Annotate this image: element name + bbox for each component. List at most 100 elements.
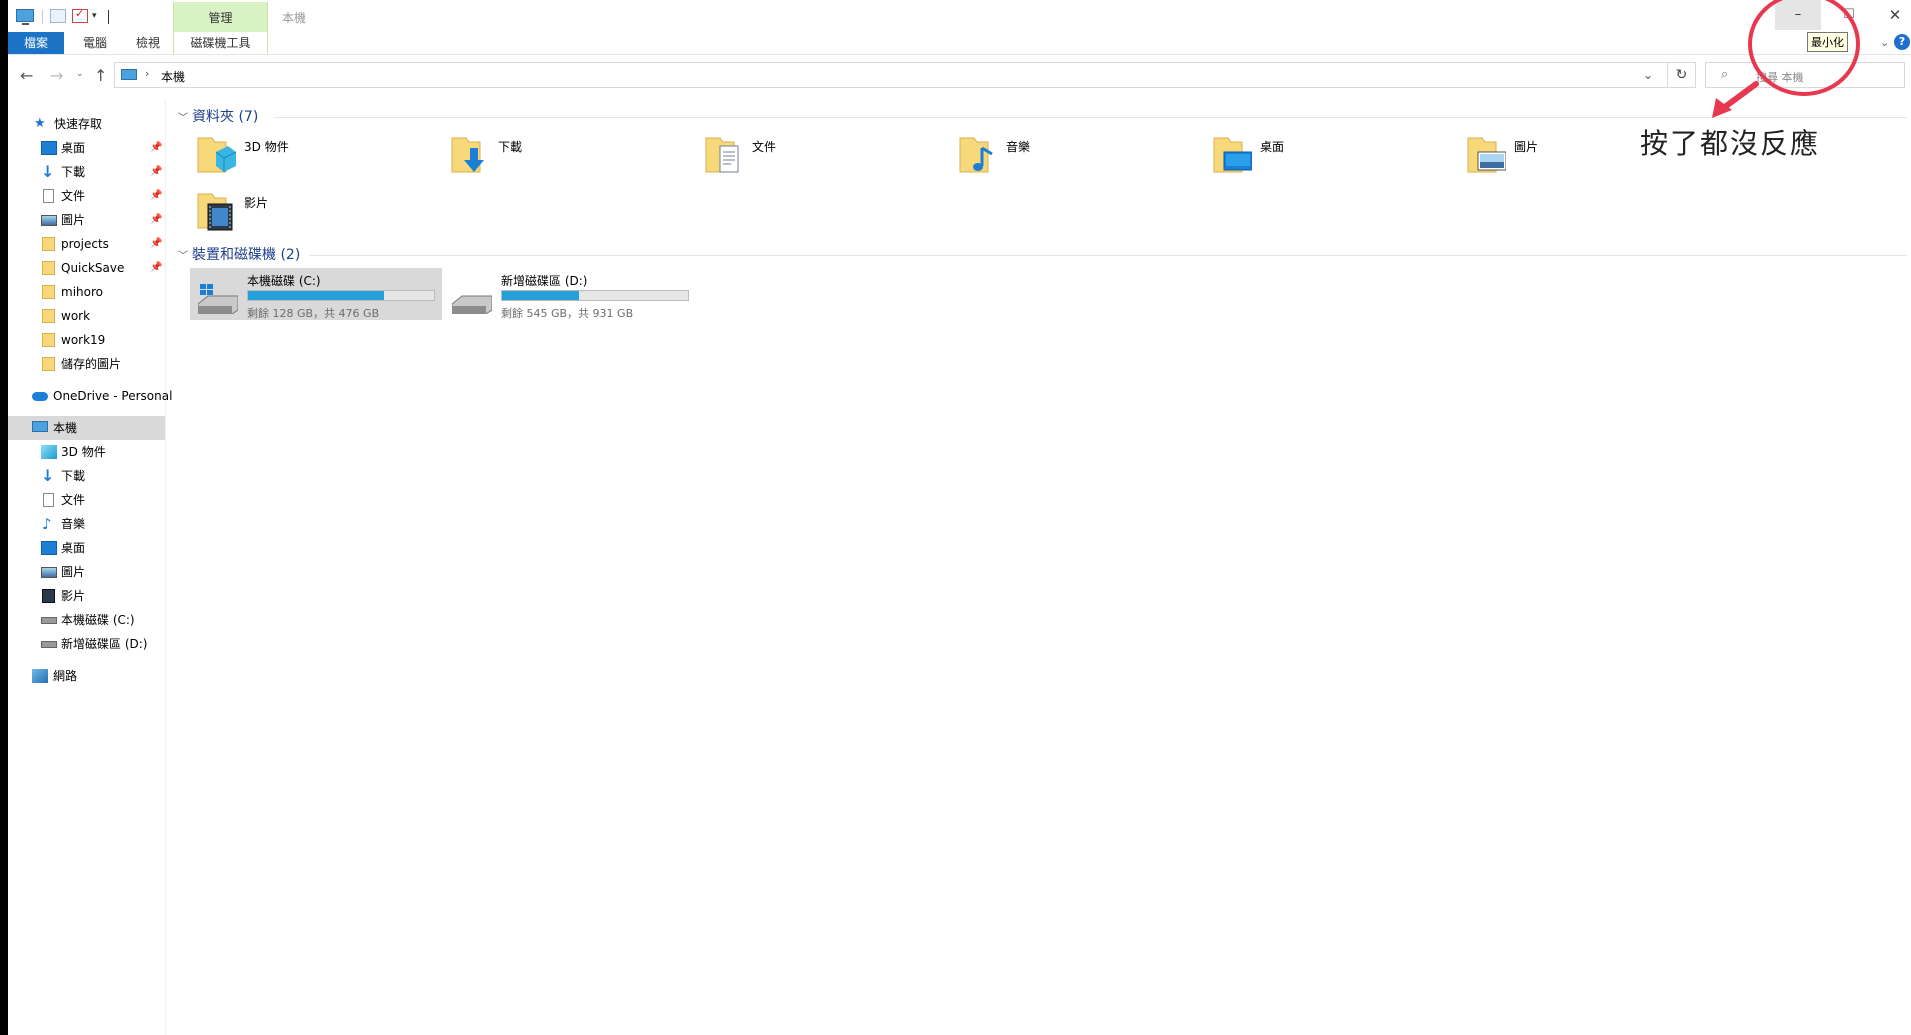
this-pc-icon[interactable]	[16, 9, 34, 25]
sidebar-item-videos[interactable]: 影片	[8, 584, 165, 608]
sidebar-item-label: 本機	[53, 421, 78, 435]
drive-usage-bar	[501, 290, 689, 301]
sidebar-item-desktop[interactable]: 桌面 📌	[8, 136, 165, 160]
sidebar-item-label: 下載	[61, 469, 86, 483]
address-dropdown-icon[interactable]: ⌄	[1643, 68, 1653, 82]
chevron-down-icon: ﹀	[178, 251, 188, 262]
ribbon-tabs: 檔案 電腦 檢視 磁碟機工具	[8, 32, 1911, 54]
sidebar-item-quicksave[interactable]: QuickSave 📌	[8, 256, 165, 280]
navigation-pane: ★ 快速存取 桌面 📌 ↓ 下載 📌 文件 📌 圖片 📌 projects 📌	[8, 110, 172, 1035]
sidebar-item-downloads[interactable]: ↓ 下載 📌	[8, 160, 165, 184]
pin-icon[interactable]: 📌	[150, 208, 162, 232]
annotation-overlay	[1712, 0, 1860, 118]
sidebar-item-label: work	[61, 309, 91, 323]
pin-icon[interactable]: 📌	[150, 184, 162, 208]
tab-view[interactable]: 檢視	[128, 32, 168, 54]
breadcrumb[interactable]: 本機	[161, 68, 185, 85]
sidebar-item-quick-access[interactable]: ★ 快速存取	[8, 112, 165, 136]
sidebar-item-downloads-pc[interactable]: ↓ 下載	[8, 464, 165, 488]
breadcrumb-separator[interactable]: ›	[145, 67, 149, 80]
folder-icon	[42, 237, 55, 251]
pin-icon[interactable]: 📌	[150, 160, 162, 184]
folder-icon	[42, 309, 55, 323]
folder-item-documents[interactable]: 文件	[704, 132, 944, 182]
3d-objects-folder-icon	[197, 137, 236, 173]
sidebar-item-label: mihoro	[61, 285, 103, 299]
help-icon[interactable]: ?	[1894, 34, 1910, 50]
sidebar-item-label: 下載	[61, 165, 86, 179]
tab-computer[interactable]: 電腦	[75, 32, 115, 54]
drives-group-header[interactable]: ﹀ 裝置和磁碟機 (2)	[178, 244, 300, 264]
back-button[interactable]: ←	[20, 66, 33, 85]
cloud-icon	[32, 392, 48, 401]
drive-name: 新增磁碟區 (D:)	[501, 274, 588, 288]
drive-c-icon	[198, 284, 238, 314]
folder-item-desktop[interactable]: 桌面	[1212, 132, 1452, 182]
folder-label: 圖片	[1514, 140, 1539, 154]
address-bar[interactable]: › 本機 ⌄	[114, 62, 1668, 88]
expand-ribbon-icon[interactable]: ⌄	[1880, 36, 1889, 49]
sidebar-item-onedrive[interactable]: OneDrive - Personal	[8, 384, 172, 408]
context-group-label: 管理	[208, 11, 233, 25]
drive-item-d[interactable]: 新增磁碟區 (D:) 剩餘 545 GB，共 931 GB	[444, 268, 696, 320]
sidebar-item-desktop-pc[interactable]: 桌面	[8, 536, 165, 560]
sidebar-item-label: work19	[61, 333, 106, 347]
folder-item-downloads[interactable]: 下載	[450, 132, 690, 182]
sidebar-item-projects[interactable]: projects 📌	[8, 232, 165, 256]
folder-icon	[42, 357, 55, 371]
properties-icon[interactable]	[50, 9, 66, 23]
music-icon: ♪	[42, 515, 52, 533]
sidebar-item-drive-c[interactable]: 本機磁碟 (C:)	[8, 608, 165, 632]
sidebar-item-mihoro[interactable]: mihoro	[8, 280, 165, 304]
sidebar-item-label: 圖片	[61, 213, 86, 227]
customize-dropdown-icon[interactable]: ▾	[92, 11, 102, 25]
pictures-folder-icon	[1467, 137, 1506, 173]
pin-icon[interactable]: 📌	[150, 256, 162, 280]
desktop-icon	[41, 541, 57, 555]
drive-usage-fill	[502, 291, 580, 300]
folder-item-music[interactable]: 音樂	[958, 132, 1198, 182]
folders-group-header[interactable]: ﹀ 資料夾 (7)	[178, 106, 258, 126]
sidebar-item-pictures-pc[interactable]: 圖片	[8, 560, 165, 584]
group-divider	[274, 117, 1907, 118]
group-divider	[309, 255, 1907, 256]
downloads-folder-icon	[451, 137, 484, 173]
drive-usage-fill	[248, 291, 384, 300]
forward-button[interactable]: →	[50, 66, 63, 85]
sidebar-item-label: projects	[61, 237, 109, 251]
drive-d-icon	[41, 641, 57, 648]
documents-folder-icon	[705, 137, 739, 173]
refresh-button[interactable]: ↻	[1668, 62, 1696, 88]
sidebar-item-work19[interactable]: work19	[8, 328, 165, 352]
tab-drive-tools[interactable]: 磁碟機工具	[173, 32, 268, 54]
sidebar-item-saved-pictures[interactable]: 儲存的圖片	[8, 352, 165, 376]
folder-label: 影片	[244, 196, 269, 210]
folder-item-3d-objects[interactable]: 3D 物件	[196, 132, 436, 182]
window-title: 本機	[282, 11, 307, 25]
sidebar-item-3d-objects[interactable]: 3D 物件	[8, 440, 165, 464]
desktop-folder-icon	[1213, 137, 1252, 173]
sidebar-item-pictures[interactable]: 圖片 📌	[8, 208, 165, 232]
sidebar-item-label: QuickSave	[61, 261, 125, 275]
navigation-bar: ← → ⌄ ↑ › 本機 ⌄ ↻ ⌕ 搜尋 本機	[8, 60, 1911, 92]
drive-item-c[interactable]: 本機磁碟 (C:) 剩餘 128 GB，共 476 GB	[190, 268, 442, 320]
sidebar-item-label: 文件	[61, 189, 86, 203]
pin-icon[interactable]: 📌	[150, 232, 162, 256]
sidebar-item-network[interactable]: 網路	[8, 664, 165, 688]
recent-locations-icon[interactable]: ⌄	[76, 69, 84, 79]
pictures-icon	[41, 215, 57, 226]
folder-item-videos[interactable]: 影片	[196, 188, 436, 238]
sidebar-item-documents-pc[interactable]: 文件	[8, 488, 165, 512]
quick-access-divider	[42, 10, 43, 24]
tab-file[interactable]: 檔案	[8, 32, 64, 54]
checkbox-icon[interactable]: ✓	[72, 7, 88, 23]
sidebar-item-label: 網路	[53, 669, 78, 683]
sidebar-item-this-pc[interactable]: 本機	[8, 416, 165, 440]
pin-icon[interactable]: 📌	[150, 136, 162, 160]
sidebar-item-music[interactable]: ♪ 音樂	[8, 512, 165, 536]
sidebar-item-drive-d[interactable]: 新增磁碟區 (D:)	[8, 632, 165, 656]
up-button[interactable]: ↑	[94, 66, 107, 85]
sidebar-item-documents[interactable]: 文件 📌	[8, 184, 165, 208]
folder-icon	[42, 261, 55, 275]
sidebar-item-work[interactable]: work	[8, 304, 165, 328]
